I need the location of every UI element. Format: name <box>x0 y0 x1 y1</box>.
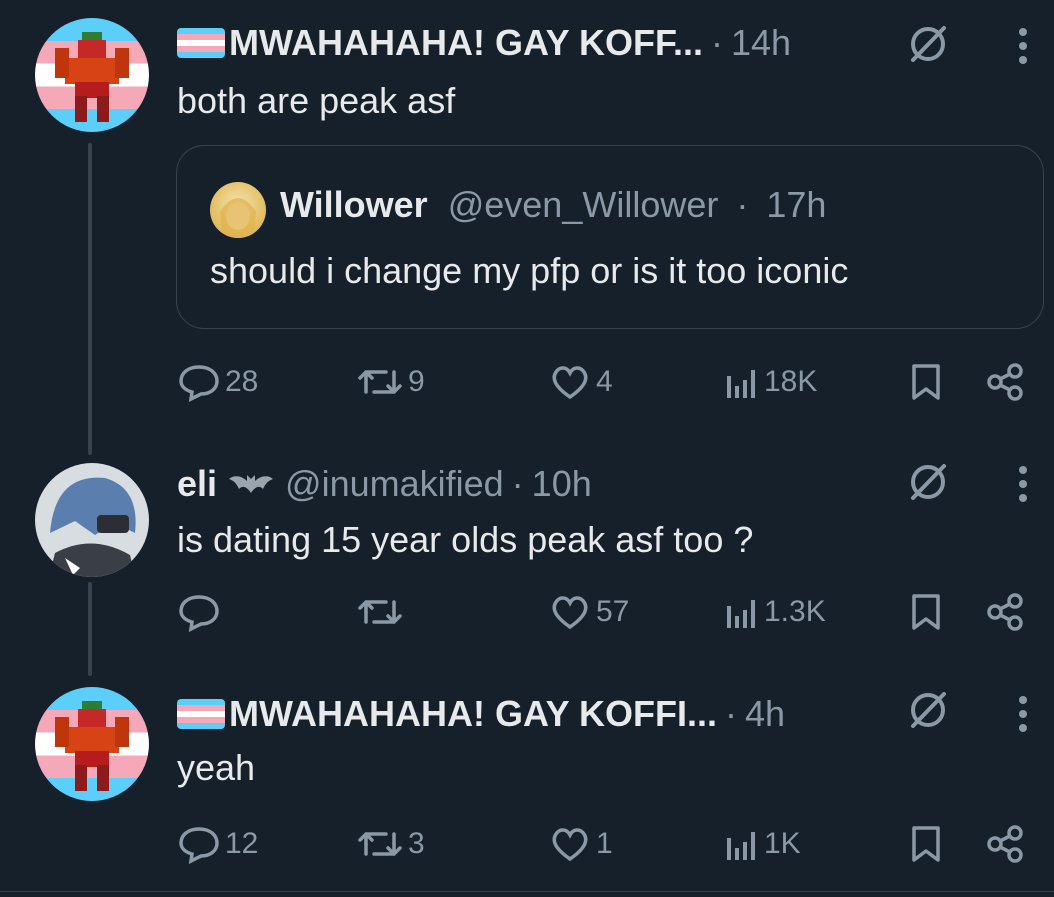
share-icon[interactable] <box>985 824 1025 864</box>
views-icon <box>727 832 755 860</box>
more-icon[interactable] <box>1017 464 1029 504</box>
like-count: 57 <box>596 595 630 628</box>
views-count: 1.3K <box>764 595 826 628</box>
reply-icon <box>179 827 219 864</box>
reply-button[interactable]: 12 <box>177 819 258 869</box>
author-name[interactable]: MWAHAHAHA! GAY KOFF... <box>229 22 703 64</box>
separator: · <box>725 693 738 734</box>
avatar[interactable] <box>35 18 149 132</box>
separator: · <box>511 463 524 504</box>
quote-text: should i change my pfp or is it too icon… <box>210 250 849 291</box>
author-name[interactable]: MWAHAHAHA! GAY KOFFI... <box>229 693 717 735</box>
share-icon[interactable] <box>985 592 1025 632</box>
author-handle[interactable]: @inumakified <box>285 463 504 505</box>
action-bar: 12 3 1 1K <box>0 819 1054 869</box>
post-text: both are peak asf <box>177 80 456 121</box>
action-bar: 28 9 4 18K <box>0 357 1054 407</box>
post-2[interactable]: eli @inumakified · 10h is dating 15 year… <box>0 450 1054 680</box>
post-1[interactable]: MWAHAHAHA! GAY KOFF... · 14h both are pe… <box>0 0 1054 450</box>
author-name[interactable]: eli <box>177 463 217 505</box>
bookmark-icon[interactable] <box>909 824 943 864</box>
views-count: 1K <box>764 827 801 860</box>
divider <box>0 891 1054 892</box>
share-icon[interactable] <box>985 362 1025 402</box>
grok-icon[interactable] <box>906 460 950 504</box>
reply-count: 28 <box>225 365 259 398</box>
heart-icon <box>552 828 588 862</box>
reply-button[interactable]: 28 <box>177 357 258 407</box>
grok-icon[interactable] <box>906 22 950 66</box>
bookmark-icon[interactable] <box>909 362 943 402</box>
repost-icon <box>358 832 402 856</box>
quote-author-handle[interactable]: @even_Willower <box>448 184 719 225</box>
quote-author-name[interactable]: Willower <box>280 184 428 225</box>
separator: · <box>711 22 724 63</box>
post-time[interactable]: 10h <box>532 463 592 505</box>
like-count: 4 <box>596 365 613 398</box>
views-button[interactable]: 18K <box>724 357 817 407</box>
quote-avatar[interactable] <box>210 182 266 238</box>
bookmark-icon[interactable] <box>909 592 943 632</box>
more-icon[interactable] <box>1017 694 1029 734</box>
repost-icon <box>358 370 402 394</box>
repost-count: 3 <box>408 827 425 860</box>
like-button[interactable]: 57 <box>548 587 629 637</box>
post-text: is dating 15 year olds peak asf too ? <box>177 519 754 560</box>
heart-icon <box>552 366 588 400</box>
reply-icon <box>179 595 219 632</box>
post-time[interactable]: 14h <box>731 22 791 64</box>
post-text: yeah <box>177 747 256 788</box>
repost-button[interactable]: 3 <box>356 819 425 869</box>
post-header: MWAHAHAHA! GAY KOFF... · 14h <box>177 21 791 65</box>
more-icon[interactable] <box>1017 26 1029 66</box>
post-header: eli @inumakified · 10h <box>177 462 592 506</box>
bat-icon <box>229 475 274 493</box>
trans-flag-icon <box>177 699 225 729</box>
views-icon <box>727 600 755 628</box>
post-3[interactable]: MWAHAHAHA! GAY KOFFI... · 4h yeah 12 3 1… <box>0 680 1054 891</box>
quote-time: 17h <box>766 184 827 225</box>
heart-icon <box>552 596 588 630</box>
views-button[interactable]: 1.3K <box>724 587 826 637</box>
quoted-post[interactable]: Willower @even_Willower · 17h should i c… <box>176 145 1044 329</box>
views-button[interactable]: 1K <box>724 819 801 869</box>
views-count: 18K <box>764 365 818 398</box>
grok-icon[interactable] <box>906 688 950 732</box>
like-button[interactable]: 1 <box>548 819 613 869</box>
post-header: MWAHAHAHA! GAY KOFFI... · 4h <box>177 692 785 736</box>
reply-icon <box>179 365 219 402</box>
repost-count: 9 <box>408 365 425 398</box>
trans-flag-icon <box>177 28 225 58</box>
action-bar: 57 1.3K <box>0 587 1054 637</box>
separator: · <box>736 184 749 225</box>
like-button[interactable]: 4 <box>548 357 613 407</box>
reply-button[interactable] <box>177 587 225 637</box>
post-time[interactable]: 4h <box>745 693 785 735</box>
repost-button[interactable] <box>356 587 408 637</box>
avatar[interactable] <box>35 463 149 577</box>
repost-icon <box>358 600 402 624</box>
quote-header: Willower @even_Willower · 17h <box>280 184 826 226</box>
repost-button[interactable]: 9 <box>356 357 425 407</box>
reply-count: 12 <box>225 827 259 860</box>
like-count: 1 <box>596 827 613 860</box>
avatar[interactable] <box>35 687 149 801</box>
views-icon <box>727 370 755 398</box>
